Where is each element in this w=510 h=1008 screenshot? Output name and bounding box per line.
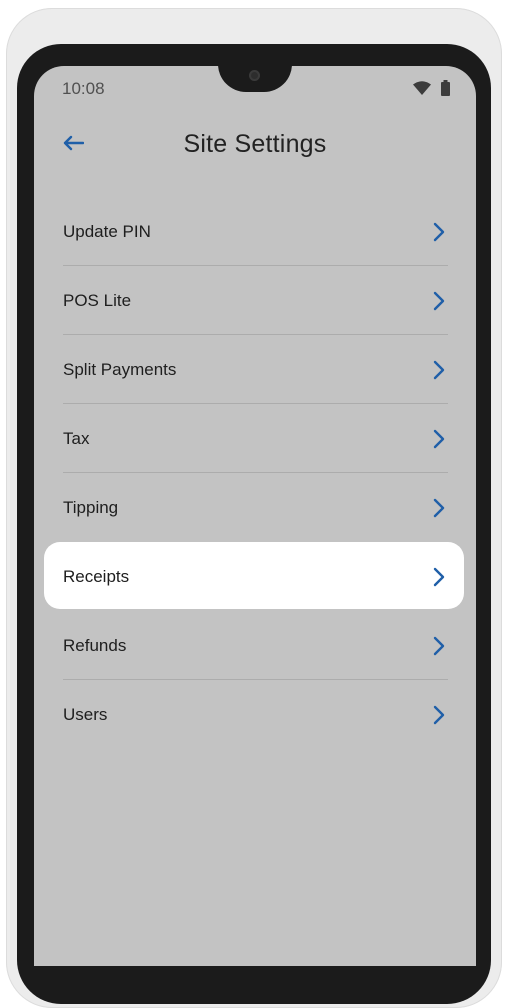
screen: 10:08 Site Settings Update PIN POS Lite … [34,66,476,966]
chevron-right-icon [433,705,445,725]
camera-notch [218,66,292,92]
menu-item-tipping[interactable]: Tipping [34,473,476,542]
menu-item-label: Receipts [63,567,130,586]
menu-item-refunds[interactable]: Refunds [34,611,476,680]
menu-item-users[interactable]: Users [34,680,476,749]
page-title: Site Settings [183,130,327,158]
front-camera-icon [249,70,260,81]
status-icons [413,80,450,101]
chevron-right-icon [433,567,445,587]
menu-item-label: Split Payments [63,360,177,379]
menu-item-label: Refunds [63,636,127,655]
chevron-right-icon [433,498,445,518]
chevron-right-icon [433,636,445,656]
menu-item-label: POS Lite [63,291,132,310]
menu-item-update-pin[interactable]: Update PIN [34,197,476,266]
chevron-right-icon [433,291,445,311]
battery-icon [441,80,450,101]
settings-menu: Update PIN POS Lite Split Payments Tax T… [34,197,476,749]
menu-item-tax[interactable]: Tax [34,404,476,473]
menu-item-label: Tipping [63,498,119,517]
menu-item-label: Users [63,705,108,724]
chevron-right-icon [433,222,445,242]
menu-item-receipts[interactable]: Receipts [34,542,476,611]
menu-item-label: Update PIN [63,222,151,241]
chevron-right-icon [433,360,445,380]
menu-item-label: Tax [63,429,90,448]
wifi-icon [413,81,431,100]
chevron-right-icon [433,429,445,449]
menu-item-split-payments[interactable]: Split Payments [34,335,476,404]
menu-item-pos-lite[interactable]: POS Lite [34,266,476,335]
status-time: 10:08 [62,79,105,98]
